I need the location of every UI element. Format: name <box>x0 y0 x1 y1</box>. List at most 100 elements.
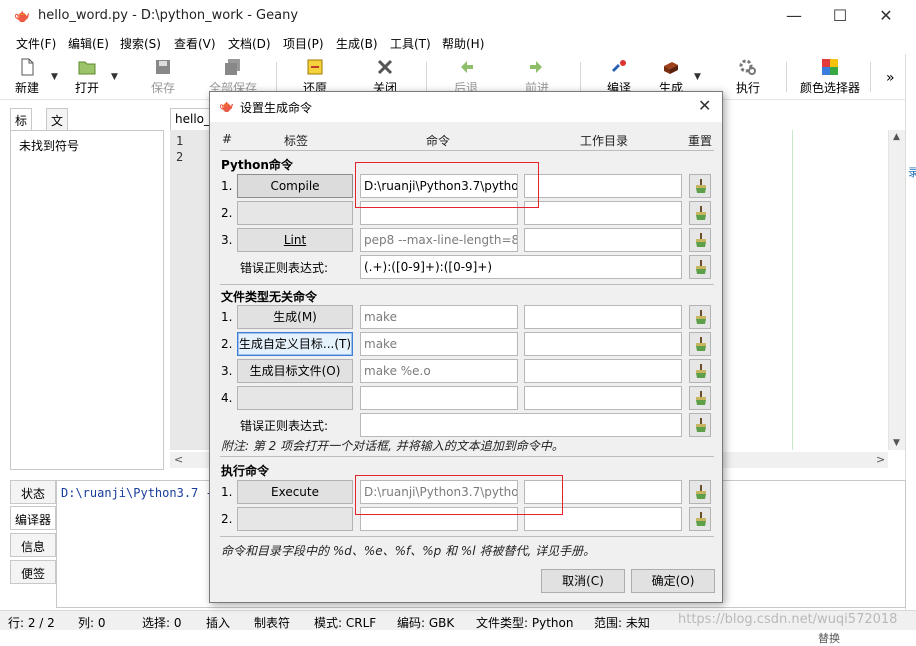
section-python-title: Python命令 <box>221 158 293 172</box>
label-button-empty[interactable] <box>237 507 353 531</box>
toolbar-separator <box>426 62 427 92</box>
reset-button[interactable] <box>689 305 711 329</box>
menu-build[interactable]: 生成(B) <box>336 35 378 52</box>
color-chooser-button[interactable]: 颜色选择器 <box>798 58 862 96</box>
independent-note: 附注: 第 2 项会打开一个对话框, 并将输入的文本追加到命令中。 <box>221 439 564 453</box>
reset-button[interactable] <box>689 255 711 279</box>
status-encoding: 编码: GBK <box>397 616 455 630</box>
menu-search[interactable]: 搜索(S) <box>120 35 161 52</box>
reset-button[interactable] <box>689 332 711 356</box>
open-folder-icon <box>78 61 96 75</box>
menu-help[interactable]: 帮助(H) <box>442 35 484 52</box>
workdir-field[interactable] <box>524 201 682 225</box>
build-dropdown-arrow[interactable]: ▼ <box>694 72 701 82</box>
window-titlebar: 🫖 hello_word.py - D:\python_work - Geany… <box>0 0 916 32</box>
broom-icon <box>696 391 706 405</box>
reset-button[interactable] <box>689 228 711 252</box>
long-line-marker <box>792 130 793 450</box>
command-field-make-custom[interactable]: make <box>360 332 518 356</box>
build-brick-icon <box>664 62 678 74</box>
tab-symbols[interactable]: 标记 <box>10 108 33 145</box>
build-commands-dialog: 🫖 设置生成命令 ✕ # 标签 命令 工作目录 重置 Python命令 1. C… <box>209 91 723 603</box>
command-field[interactable] <box>360 386 518 410</box>
label-button-empty[interactable] <box>237 201 353 225</box>
menu-document[interactable]: 文档(D) <box>228 35 271 52</box>
maximize-button[interactable]: ☐ <box>818 4 862 28</box>
workdir-field-lint[interactable] <box>524 228 682 252</box>
menu-edit[interactable]: 编辑(E) <box>68 35 109 52</box>
tab-messages[interactable]: 信息 <box>10 533 56 557</box>
workdir-field-compile[interactable] <box>524 174 682 198</box>
scroll-down-icon[interactable]: ▼ <box>893 438 900 448</box>
regex-field-python[interactable]: (.+):([0-9]+):([0-9]+) <box>360 255 682 279</box>
toolbar-separator <box>276 62 277 92</box>
new-button[interactable]: 新建 <box>14 58 40 96</box>
reset-button[interactable] <box>689 413 711 437</box>
scroll-left-icon[interactable]: < <box>174 453 183 466</box>
regex-label: 错误正则表达式: <box>240 419 329 433</box>
label-button-make-object[interactable]: 生成目标文件(O) <box>237 359 353 383</box>
workdir-field[interactable] <box>524 386 682 410</box>
status-eol: 模式: CRLF <box>314 616 377 630</box>
save-icon <box>156 60 170 74</box>
reset-button[interactable] <box>689 201 711 225</box>
partial-text: 替换 <box>818 632 840 645</box>
tab-status[interactable]: 状态 <box>10 480 56 504</box>
workdir-field-make[interactable] <box>524 305 682 329</box>
new-dropdown-arrow[interactable]: ▼ <box>51 72 58 82</box>
annotation-box <box>355 162 539 208</box>
tab-compiler[interactable]: 编译器 <box>10 506 56 530</box>
minimize-button[interactable]: — <box>772 4 816 28</box>
annotation-box <box>355 475 563 515</box>
ok-button[interactable]: 确定(O) <box>631 569 715 593</box>
menu-project[interactable]: 项目(P) <box>283 35 324 52</box>
dialog-close-button[interactable]: ✕ <box>698 96 711 115</box>
open-button[interactable]: 打开 <box>74 58 100 96</box>
menu-tools[interactable]: 工具(T) <box>390 35 431 52</box>
broom-icon <box>696 512 706 526</box>
label-button-execute[interactable]: Execute <box>237 480 353 504</box>
scroll-right-icon[interactable]: > <box>876 453 885 466</box>
new-file-icon <box>21 58 34 76</box>
execute-button[interactable]: 执行 <box>733 58 763 96</box>
reset-button[interactable] <box>689 174 711 198</box>
divider <box>220 456 714 457</box>
label-button-make-custom[interactable]: 生成自定义目标...(T) <box>237 332 353 356</box>
scroll-up-icon[interactable]: ▲ <box>893 132 900 142</box>
workdir-field-make-custom[interactable] <box>524 332 682 356</box>
back-arrow-icon <box>461 61 473 73</box>
save-all-icon <box>225 59 240 75</box>
command-field-make[interactable]: make <box>360 305 518 329</box>
reset-button[interactable] <box>689 507 711 531</box>
label-button-empty[interactable] <box>237 386 353 410</box>
label-button-make[interactable]: 生成(M) <box>237 305 353 329</box>
command-field-lint[interactable]: pep8 --max-line-length=80 <box>360 228 518 252</box>
menubar: 文件(F) 编辑(E) 搜索(S) 查看(V) 文档(D) 项目(P) 生成(B… <box>0 32 916 54</box>
reset-button[interactable] <box>689 480 711 504</box>
toolbar-separator <box>580 62 581 92</box>
toolbar-separator <box>870 62 871 92</box>
row-number: 1. <box>221 310 233 324</box>
command-field-make-object[interactable]: make %e.o <box>360 359 518 383</box>
compile-icon <box>612 60 626 72</box>
workdir-field-make-object[interactable] <box>524 359 682 383</box>
regex-field-independent[interactable] <box>360 413 682 437</box>
tab-documents[interactable]: 文档 <box>46 108 69 145</box>
divider <box>220 150 714 151</box>
close-button[interactable]: ✕ <box>864 4 908 28</box>
save-button[interactable]: 保存 <box>150 58 176 96</box>
cancel-button[interactable]: 取消(C) <box>541 569 625 593</box>
close-x-icon <box>377 59 393 75</box>
menu-file[interactable]: 文件(F) <box>16 35 56 52</box>
status-line: 行: 2 / 2 <box>8 616 55 630</box>
open-dropdown-arrow[interactable]: ▼ <box>111 72 118 82</box>
tab-scribble[interactable]: 便签 <box>10 560 56 584</box>
toolbar-overflow-button[interactable]: » <box>886 70 895 86</box>
reset-button[interactable] <box>689 386 711 410</box>
label-button-compile[interactable]: Compile <box>237 174 353 198</box>
editor-vertical-scrollbar[interactable]: ▲ ▼ <box>888 130 905 450</box>
reset-button[interactable] <box>689 359 711 383</box>
menu-view[interactable]: 查看(V) <box>174 35 216 52</box>
label-button-lint[interactable]: Lint <box>237 228 353 252</box>
status-filetype: 文件类型: Python <box>476 616 574 630</box>
